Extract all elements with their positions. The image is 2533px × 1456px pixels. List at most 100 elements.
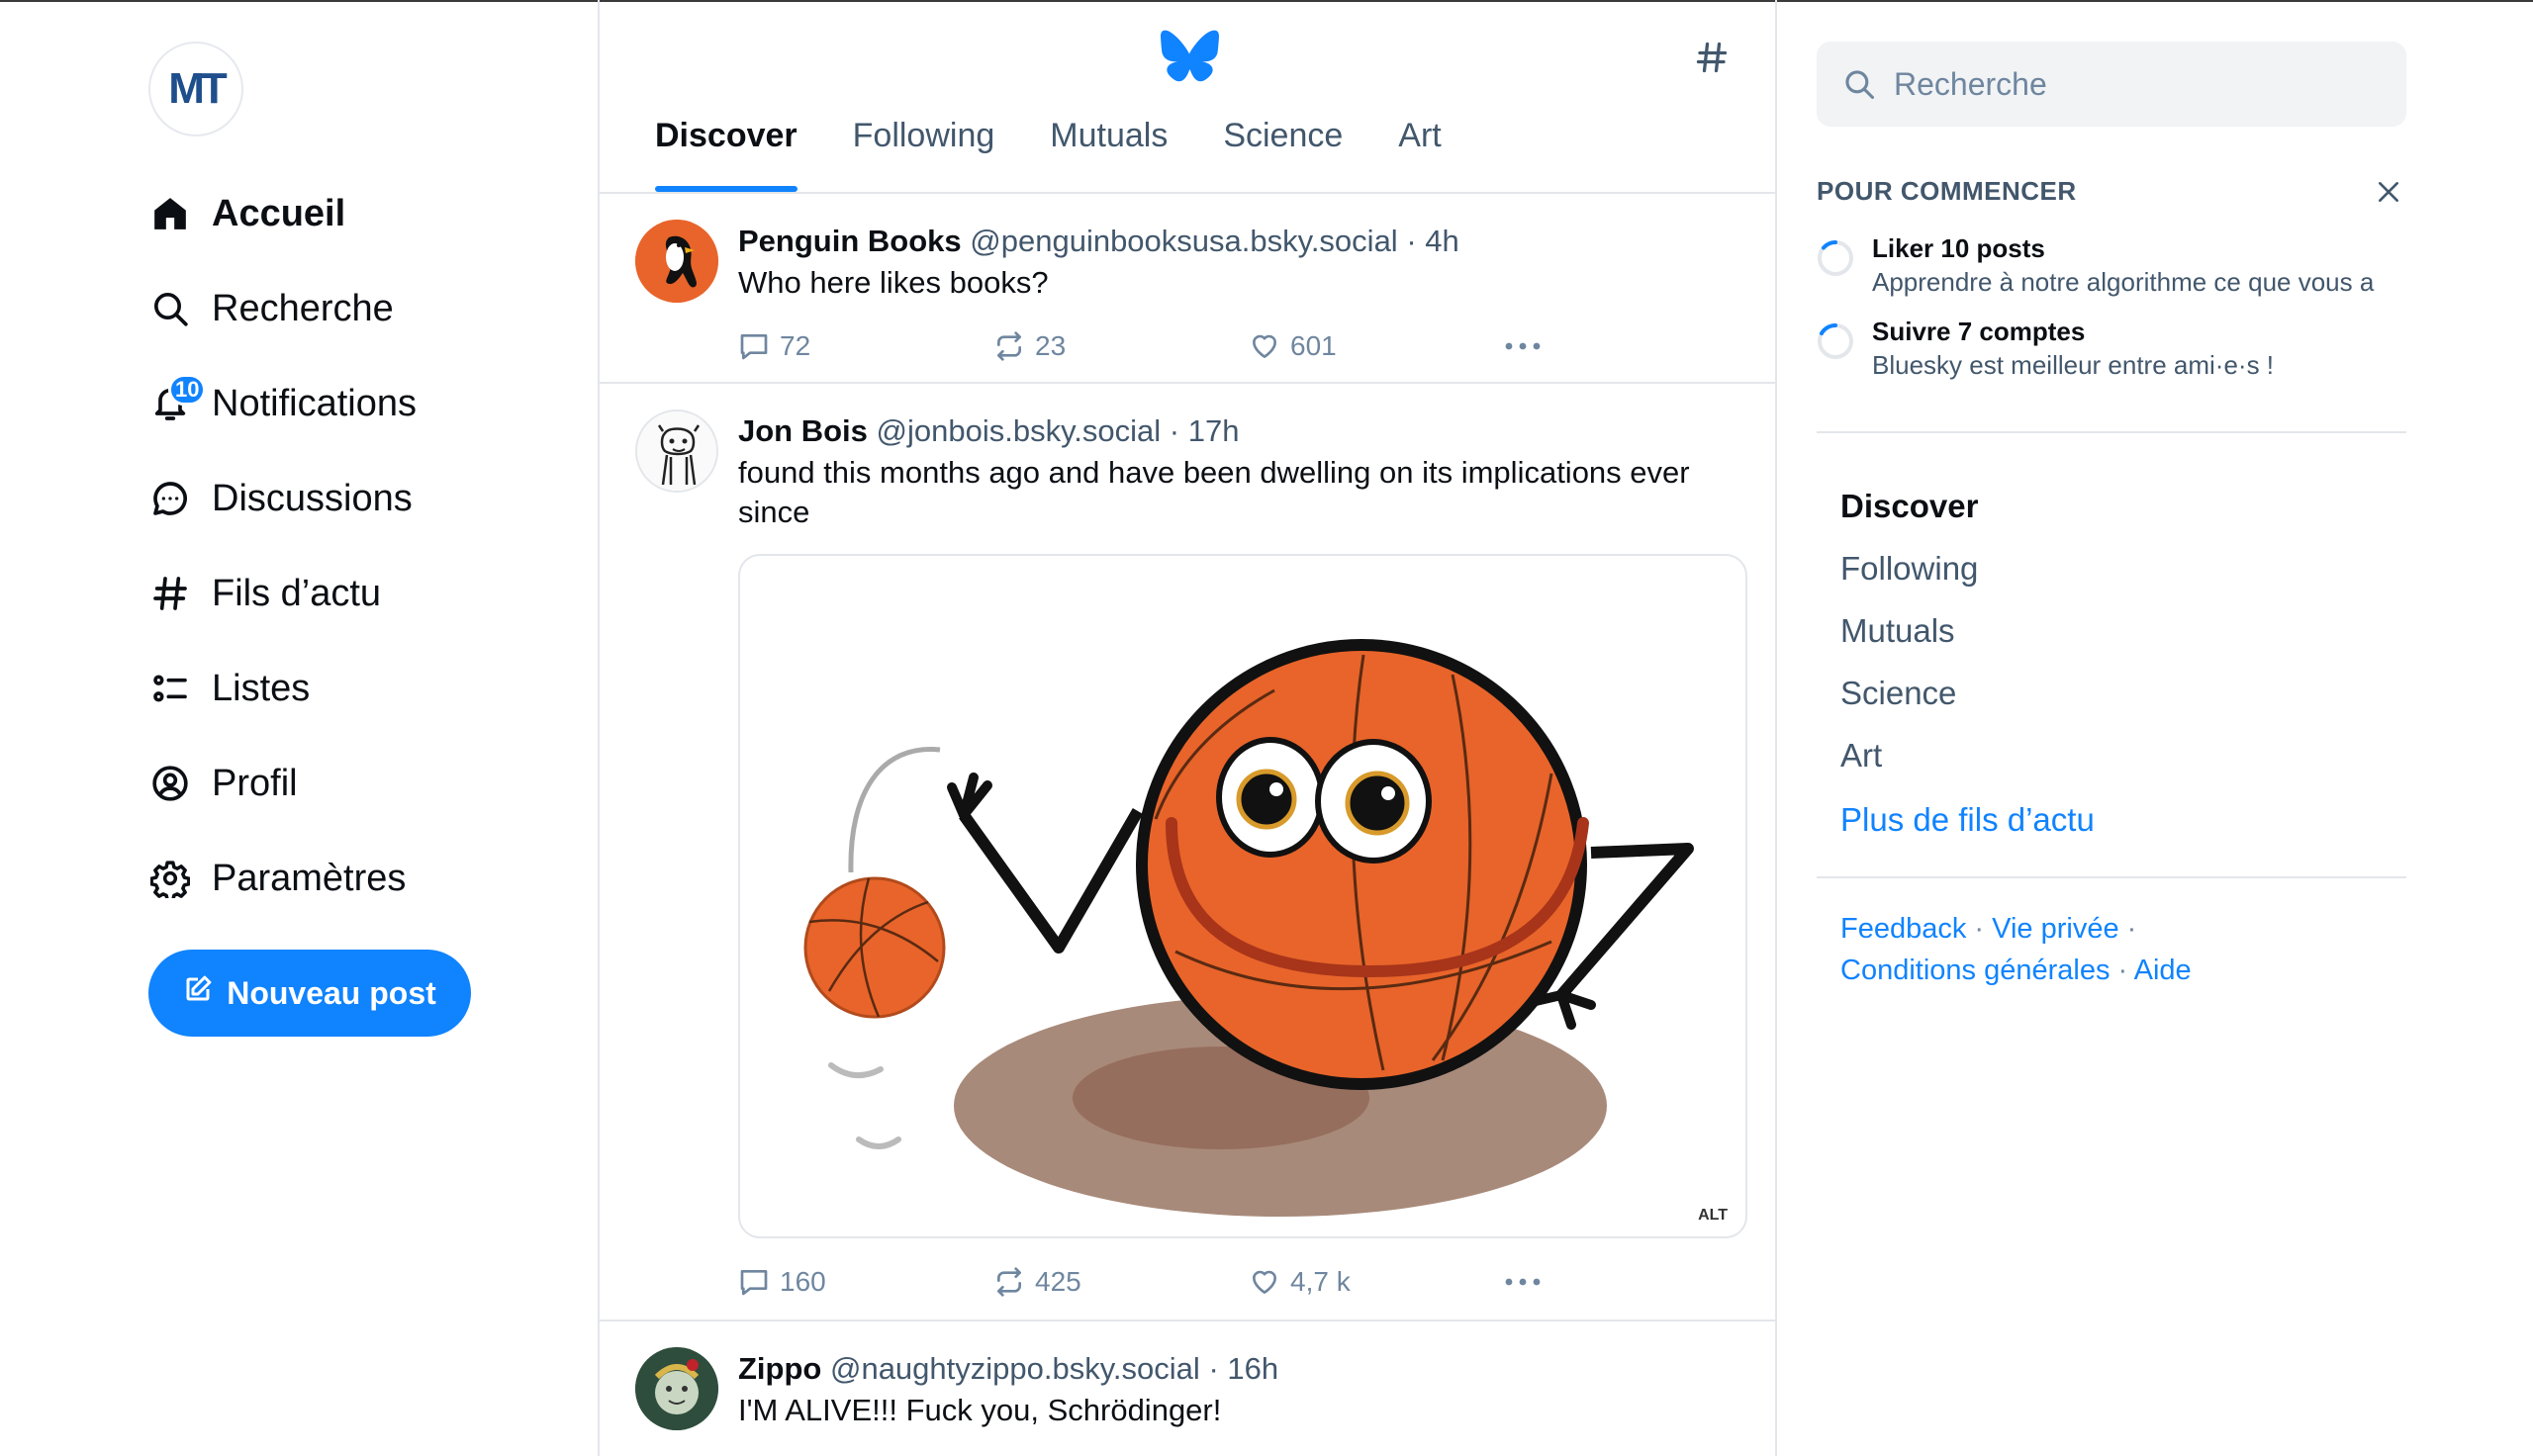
alt-badge[interactable]: ALT <box>1692 1205 1734 1227</box>
post[interactable]: Penguin Books @penguinbooksusa.bsky.soci… <box>600 194 1775 384</box>
post[interactable]: Jon Bois @jonbois.bsky.social · 17h foun… <box>600 384 1775 1321</box>
feeds-list: Discover Following Mutuals Science Art P… <box>1840 475 2095 851</box>
tab-mutuals[interactable]: Mutuals <box>1022 117 1195 192</box>
nav-label: Notifications <box>212 382 417 424</box>
more-options-button[interactable] <box>1504 1277 1542 1287</box>
notification-badge: 10 <box>168 374 207 406</box>
task-item[interactable]: Suivre 7 comptes Bluesky est meilleur en… <box>1817 317 2430 386</box>
getting-started-title: POUR COMMENCER <box>1817 176 2077 206</box>
author-handle[interactable]: @penguinbooksusa.bsky.social <box>970 224 1397 258</box>
tab-art[interactable]: Art <box>1370 117 1468 192</box>
new-post-button[interactable]: Nouveau post <box>148 950 471 1037</box>
post-meta: Zippo @naughtyzippo.bsky.social · 16h <box>738 1351 1279 1386</box>
nav-item-home[interactable]: Accueil <box>148 166 417 261</box>
nav-item-notifications[interactable]: 10 Notifications <box>148 356 417 451</box>
divider <box>1817 876 2406 878</box>
feeds-hash-button[interactable] <box>1690 36 1734 79</box>
feed-column: Discover Following Mutuals Science Art P… <box>598 0 1777 1456</box>
like-button[interactable]: 4,7 k <box>1249 1266 1504 1298</box>
author-handle[interactable]: @jonbois.bsky.social <box>877 413 1162 448</box>
feed-link-science[interactable]: Science <box>1840 662 2095 724</box>
progress-ring-icon <box>1818 240 1853 276</box>
feed-link-mutuals[interactable]: Mutuals <box>1840 599 2095 662</box>
like-count: 4,7 k <box>1290 1266 1351 1297</box>
search-icon <box>1845 70 1875 100</box>
repost-icon <box>997 1267 1021 1297</box>
feed-link-following[interactable]: Following <box>1840 537 2095 599</box>
tab-discover[interactable]: Discover <box>627 117 825 192</box>
tab-following[interactable]: Following <box>825 117 1023 192</box>
nav-item-settings[interactable]: Paramètres <box>148 831 417 926</box>
post-avatar[interactable] <box>635 410 718 493</box>
reply-count: 72 <box>780 330 811 361</box>
post-time[interactable]: 16h <box>1227 1351 1278 1386</box>
nav-label: Discussions <box>212 477 413 519</box>
nav-label: Listes <box>212 667 311 709</box>
user-circle-icon <box>148 762 192 805</box>
avatar[interactable]: MT <box>148 42 243 136</box>
nav-label: Paramètres <box>212 857 407 899</box>
help-link[interactable]: Aide <box>2134 955 2192 986</box>
post-actions: 160 425 4,7 k <box>738 1238 1745 1325</box>
task-subtitle: Apprendre à notre algorithme ce que vous… <box>1872 267 2375 297</box>
reply-button[interactable]: 160 <box>738 1266 993 1298</box>
post-avatar[interactable] <box>635 220 718 303</box>
nav-item-search[interactable]: Recherche <box>148 261 417 356</box>
separator: · <box>1966 913 1993 945</box>
compose-icon <box>183 974 213 1012</box>
reply-button[interactable]: 72 <box>738 330 993 362</box>
post-text: I'M ALIVE!!! Fuck you, Schrödinger! <box>738 1393 1222 1427</box>
reply-count: 160 <box>780 1266 826 1297</box>
feed-link-discover[interactable]: Discover <box>1840 475 2095 537</box>
search-icon <box>148 287 192 330</box>
nav-label: Fils d’actu <box>212 572 382 614</box>
author-name[interactable]: Zippo <box>738 1351 821 1386</box>
like-button[interactable]: 601 <box>1249 330 1504 362</box>
feed-link-art[interactable]: Art <box>1840 724 2095 786</box>
chat-bubble-icon <box>148 477 192 520</box>
reply-icon <box>740 1270 768 1296</box>
search-input[interactable] <box>1894 65 2369 103</box>
nav-item-chats[interactable]: Discussions <box>148 451 417 546</box>
feedback-link[interactable]: Feedback <box>1840 913 1966 945</box>
hash-icon <box>148 572 192 615</box>
ellipsis-icon <box>1505 342 1541 350</box>
left-sidebar: MT Accueil Recherche 10 Notifications Di… <box>0 0 598 1456</box>
separator: · <box>2118 913 2137 945</box>
post-image[interactable]: ALT <box>738 554 1747 1238</box>
author-name[interactable]: Jon Bois <box>738 413 868 448</box>
post[interactable]: Zippo @naughtyzippo.bsky.social · 16h I'… <box>600 1321 1775 1456</box>
repost-button[interactable]: 425 <box>993 1266 1249 1298</box>
task-title: Suivre 7 comptes <box>1872 317 2086 346</box>
terms-link[interactable]: Conditions générales <box>1840 955 2110 986</box>
repost-icon <box>997 331 1021 361</box>
feed-tabs: Discover Following Mutuals Science Art <box>627 117 1469 192</box>
new-post-label: Nouveau post <box>227 974 436 1011</box>
post-meta: Penguin Books @penguinbooksusa.bsky.soci… <box>738 224 1459 258</box>
post-avatar[interactable] <box>635 1347 718 1430</box>
heart-icon <box>1253 334 1276 358</box>
nav-item-feeds[interactable]: Fils d’actu <box>148 546 417 641</box>
feed-header: Discover Following Mutuals Science Art <box>600 0 1775 194</box>
privacy-link[interactable]: Vie privée <box>1992 913 2118 945</box>
home-icon <box>148 192 192 235</box>
nav-item-lists[interactable]: Listes <box>148 641 417 736</box>
footer-links: Feedback · Vie privée · Conditions génér… <box>1840 908 2236 991</box>
repost-button[interactable]: 23 <box>993 330 1249 362</box>
butterfly-icon[interactable] <box>1160 30 1219 83</box>
more-feeds-link[interactable]: Plus de fils d’actu <box>1840 788 2095 851</box>
author-name[interactable]: Penguin Books <box>738 224 962 258</box>
author-handle[interactable]: @naughtyzippo.bsky.social <box>830 1351 1200 1386</box>
tab-science[interactable]: Science <box>1195 117 1370 192</box>
task-title: Liker 10 posts <box>1872 233 2045 263</box>
divider <box>1817 431 2406 433</box>
separator: · <box>2110 955 2134 986</box>
nav-item-profile[interactable]: Profil <box>148 736 417 831</box>
task-item[interactable]: Liker 10 posts Apprendre à notre algorit… <box>1817 233 2430 303</box>
search-box[interactable] <box>1817 42 2406 127</box>
more-options-button[interactable] <box>1504 341 1542 351</box>
gear-icon <box>148 857 192 900</box>
close-button[interactable] <box>2371 174 2406 210</box>
post-time[interactable]: 17h <box>1188 413 1240 448</box>
post-time[interactable]: 4h <box>1425 224 1458 258</box>
